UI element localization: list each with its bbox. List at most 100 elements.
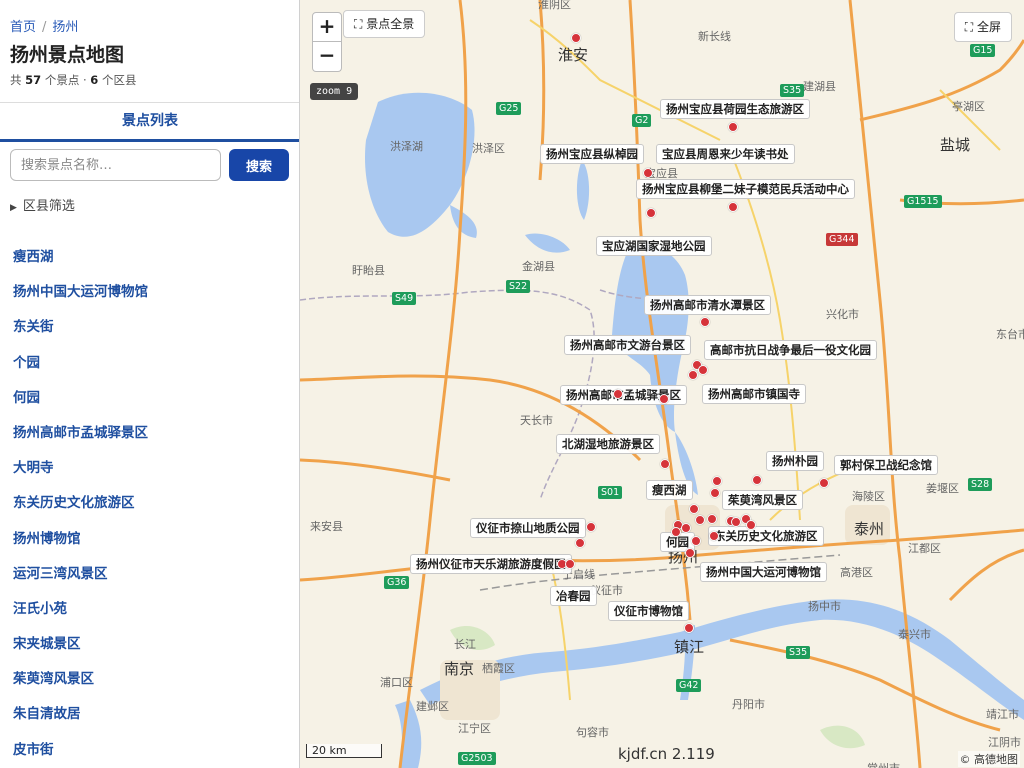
place-label: 浦口区 [380, 676, 413, 689]
map-spot-label[interactable]: 东关历史文化旅游区 [708, 526, 824, 546]
place-label: 扬中市 [808, 600, 841, 613]
spot-marker-pin-icon[interactable] [700, 317, 710, 327]
spot-list-item[interactable]: 扬州博物馆 [0, 522, 299, 557]
place-label: 泰兴市 [898, 628, 931, 641]
spot-list-item[interactable]: 个园 [0, 346, 299, 381]
map-spot-label[interactable]: 扬州宝应县纵棹园 [540, 144, 644, 164]
map-spot-label[interactable]: 扬州仪征市天乐湖旅游度假区 [410, 554, 572, 574]
spot-marker-pin-icon[interactable] [671, 527, 681, 537]
spot-list-item[interactable]: 茱萸湾风景区 [0, 662, 299, 697]
road-shield: G15 [970, 44, 996, 57]
overview-button[interactable]: ⛶ 景点全景 [343, 10, 426, 38]
spot-marker-pin-icon[interactable] [613, 389, 623, 399]
map-spot-label[interactable]: 仪征市捺山地质公园 [470, 518, 586, 538]
spot-marker-pin-icon[interactable] [685, 548, 695, 558]
stats-summary: 共 57 个景点 · 6 个区县 [10, 72, 136, 88]
spot-list-item[interactable]: 朱自清故居 [0, 697, 299, 732]
map-spot-label[interactable]: 扬州高邮市清水潭景区 [644, 295, 771, 315]
spot-marker-pin-icon[interactable] [586, 522, 596, 532]
spot-marker-pin-icon[interactable] [752, 475, 762, 485]
district-filter-toggle[interactable]: ▶ 区县筛选 [10, 195, 75, 214]
spot-list-item[interactable]: 皮市街 [0, 733, 299, 768]
search-button[interactable]: 搜索 [229, 149, 289, 181]
spot-list-item[interactable]: 何园 [0, 381, 299, 416]
spot-list-item[interactable]: 扬州高邮市孟城驿景区 [0, 416, 299, 451]
map-spot-label[interactable]: 扬州中国大运河博物馆 [700, 562, 827, 582]
place-label: 句容市 [576, 726, 609, 739]
map-spot-label[interactable]: 扬州高邮市文游台景区 [564, 335, 691, 355]
spot-marker-pin-icon[interactable] [746, 520, 756, 530]
breadcrumb-separator: / [42, 20, 47, 35]
spot-marker-pin-icon[interactable] [712, 476, 722, 486]
spot-list-item[interactable]: 运河三湾风景区 [0, 557, 299, 592]
spot-list-item[interactable]: 瘦西湖 [0, 240, 299, 275]
spot-marker-pin-icon[interactable] [565, 559, 575, 569]
district-count-unit: 个区县 [101, 73, 137, 87]
place-label: 栖霞区 [482, 662, 515, 675]
spot-count-unit: 个景点 · [44, 73, 87, 87]
zoom-in-button[interactable]: + [312, 12, 342, 42]
map-view[interactable]: 淮安 盐城 泰州 扬州 镇江 南京 淮阴区 建湖县 亭湖区 洪泽湖 洪泽区 宝应县 盱眙县 金湖县 兴化市东… [300, 0, 1024, 768]
spot-marker-pin-icon[interactable] [728, 122, 738, 132]
place-label: 新长线 [698, 30, 731, 43]
zoom-out-button[interactable]: − [312, 42, 342, 72]
spot-marker-pin-icon[interactable] [707, 514, 717, 524]
city-label: 镇江 [674, 638, 705, 656]
place-label: 常州市 [867, 760, 900, 768]
map-spot-label[interactable]: 仪征市博物馆 [608, 601, 689, 621]
place-label: 洪泽湖 [390, 140, 423, 153]
spot-marker-pin-icon[interactable] [684, 623, 694, 633]
spot-marker-pin-icon[interactable] [731, 517, 741, 527]
spot-list-item[interactable]: 东关街 [0, 310, 299, 345]
search-input[interactable] [10, 149, 221, 181]
spot-list-item[interactable]: 宋夹城景区 [0, 627, 299, 662]
map-spot-label[interactable]: 宝应湖国家湿地公园 [596, 236, 712, 256]
spot-marker-pin-icon[interactable] [575, 538, 585, 548]
spot-marker-pin-icon[interactable] [643, 168, 653, 178]
sidebar: 首页 / 扬州 扬州景点地图 共 57 个景点 · 6 个区县 景点列表 搜索 ▶ 区… [0, 0, 300, 768]
map-spot-label[interactable]: 郭村保卫战纪念馆 [834, 455, 938, 475]
spot-marker-pin-icon[interactable] [689, 504, 699, 514]
spot-marker-pin-icon[interactable] [688, 370, 698, 380]
map-spot-label[interactable]: 扬州朴园 [766, 451, 824, 471]
road-shield: S01 [598, 486, 623, 499]
spot-marker-pin-icon[interactable] [659, 394, 669, 404]
map-spot-label[interactable]: 扬州高邮市镇国寺 [702, 384, 806, 404]
road-shield: S35 [780, 84, 805, 97]
map-spot-label[interactable]: 高邮市抗日战争最后一役文化园 [704, 340, 877, 360]
road-shield: G2503 [458, 752, 496, 765]
map-spot-label[interactable]: 北湖湿地旅游景区 [556, 434, 660, 454]
spot-list-item[interactable]: 大明寺 [0, 451, 299, 486]
spot-list-item[interactable]: 东关历史文化旅游区 [0, 486, 299, 521]
spot-marker-pin-icon[interactable] [646, 208, 656, 218]
spot-list-item[interactable]: 汪氏小苑 [0, 592, 299, 627]
spot-marker-pin-icon[interactable] [710, 488, 720, 498]
place-label: 洪泽区 [472, 142, 505, 155]
map-spot-label[interactable]: 茱萸湾风景区 [722, 490, 803, 510]
spot-marker-pin-icon[interactable] [660, 459, 670, 469]
map-spot-label[interactable]: 冶春园 [550, 586, 597, 606]
map-spot-label[interactable]: 瘦西湖 [646, 480, 693, 500]
map-spot-label[interactable]: 宝应县周恩来少年读书处 [656, 144, 795, 164]
breadcrumb-home-link[interactable]: 首页 [10, 20, 36, 35]
spot-marker-pin-icon[interactable] [698, 365, 708, 375]
tab-spot-list[interactable]: 景点列表 [0, 102, 299, 142]
spot-marker-pin-icon[interactable] [681, 523, 691, 533]
fullscreen-button[interactable]: ⛶ 全屏 [953, 12, 1012, 42]
spot-list-item[interactable]: 扬州中国大运河博物馆 [0, 275, 299, 310]
map-spot-label[interactable]: 扬州宝应县荷园生态旅游区 [660, 99, 810, 119]
spot-marker-pin-icon[interactable] [691, 536, 701, 546]
spot-marker-pin-icon[interactable] [819, 478, 829, 488]
map-spot-label[interactable]: 扬州宝应县柳堡二妹子模范民兵活动中心 [636, 179, 855, 199]
breadcrumb-current-link[interactable]: 扬州 [52, 20, 78, 35]
watermark: kjdf.cn 2.119 [618, 745, 715, 763]
place-label: 兴化市 [826, 308, 859, 321]
place-label: 海陵区 [852, 490, 885, 503]
spot-marker-pin-icon[interactable] [709, 531, 719, 541]
spot-list: 瘦西湖 扬州中国大运河博物馆 东关街 个园 何园 扬州高邮市孟城驿景区 大明寺 东关历史文化旅… [0, 240, 299, 768]
spot-marker-pin-icon[interactable] [728, 202, 738, 212]
spot-marker-pin-icon[interactable] [695, 515, 705, 525]
road-shield: S28 [968, 478, 993, 491]
spot-marker-pin-icon[interactable] [571, 33, 581, 43]
road-shield: G36 [384, 576, 410, 589]
